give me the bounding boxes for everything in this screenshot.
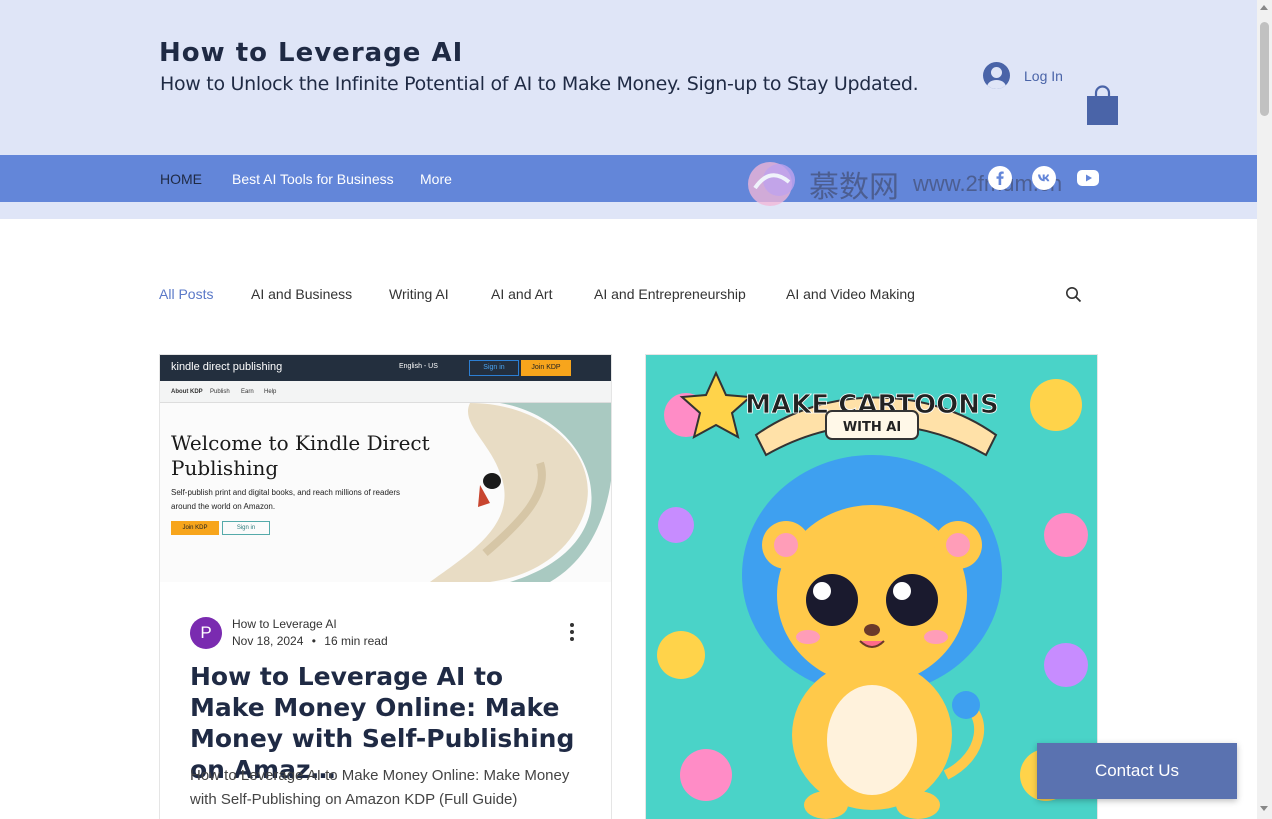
kdp-description: Self-publish print and digital books, an… xyxy=(171,488,401,511)
author-meta: How to Leverage AI Nov 18, 2024 • 16 min… xyxy=(232,616,388,650)
kdp-join-button-label: Join KDP xyxy=(171,521,219,535)
page: How to Leverage AI How to Unlock the Inf… xyxy=(0,0,1272,819)
category-all-posts[interactable]: All Posts xyxy=(159,286,213,302)
kdp-headline: Welcome to Kindle Direct Publishing xyxy=(171,431,430,480)
post-card[interactable]: kindle direct publishing English - US Si… xyxy=(159,354,612,819)
kdp-brand: kindle direct publishing xyxy=(171,361,283,373)
vk-icon[interactable] xyxy=(1032,166,1056,190)
post-excerpt: How to Leverage AI to Make Money Online:… xyxy=(190,767,570,808)
shopping-bag-icon[interactable] xyxy=(1086,84,1119,126)
scroll-up-icon[interactable] xyxy=(1260,5,1268,10)
post-cover-image[interactable]: kindle direct publishing English - US Si… xyxy=(160,355,611,582)
post-card[interactable]: MAKE CARTOONS WITH AI xyxy=(645,354,1098,819)
kdp-subnav-item: Publish xyxy=(210,389,230,395)
category-ai-and-business[interactable]: AI and Business xyxy=(251,286,352,302)
post-read-time: 16 min read xyxy=(324,634,388,648)
category-ai-and-entrepreneurship[interactable]: AI and Entrepreneurship xyxy=(594,286,746,302)
post-author-row: P How to Leverage AI Nov 18, 2024 • 16 m… xyxy=(190,616,388,650)
scrollbar-thumb[interactable] xyxy=(1260,22,1269,116)
kdp-subnav-item: Earn xyxy=(241,389,254,395)
cartoon-lion-illustration: MAKE CARTOONS WITH AI xyxy=(646,355,1097,819)
more-options-icon[interactable] xyxy=(564,621,580,643)
kdp-signin-label: Sign in xyxy=(469,360,519,376)
facebook-icon[interactable] xyxy=(988,166,1012,190)
site-title[interactable]: How to Leverage AI xyxy=(159,38,463,68)
kdp-subnav-item: Help xyxy=(264,389,277,395)
category-ai-and-art[interactable]: AI and Art xyxy=(491,286,552,302)
kdp-hero-art xyxy=(430,403,611,582)
author-avatar[interactable]: P xyxy=(190,617,222,649)
kdp-subnav-item: About KDP xyxy=(171,389,203,395)
search-icon[interactable] xyxy=(1065,286,1082,303)
author-name[interactable]: How to Leverage AI xyxy=(232,616,388,633)
post-cover-image[interactable]: MAKE CARTOONS WITH AI xyxy=(646,355,1097,819)
login-button[interactable]: Log In xyxy=(983,62,1063,89)
nav-divider-strip xyxy=(0,202,1257,219)
scroll-down-icon[interactable] xyxy=(1260,806,1268,811)
kdp-signin-button-label: Sign in xyxy=(222,521,270,535)
site-header: How to Leverage AI How to Unlock the Inf… xyxy=(0,0,1257,155)
login-label: Log In xyxy=(1024,67,1063,84)
meta-separator: • xyxy=(311,634,316,648)
nav-item-home[interactable]: HOME xyxy=(160,171,202,187)
category-writing-ai[interactable]: Writing AI xyxy=(389,286,449,302)
nav-item-best-ai-tools[interactable]: Best AI Tools for Business xyxy=(232,171,394,187)
site-tagline: How to Unlock the Infinite Potential of … xyxy=(160,73,919,95)
kdp-language: English - US xyxy=(399,363,438,370)
user-avatar-icon xyxy=(983,62,1010,89)
cartoon-ribbon-text: WITH AI xyxy=(843,420,901,435)
scrollbar[interactable] xyxy=(1257,0,1272,819)
nav-item-more[interactable]: More xyxy=(420,171,452,187)
youtube-icon[interactable] xyxy=(1076,166,1100,190)
post-date-line: Nov 18, 2024 • 16 min read xyxy=(232,633,388,650)
contact-us-button[interactable]: Contact Us xyxy=(1037,743,1237,799)
post-date: Nov 18, 2024 xyxy=(232,634,304,648)
category-ai-and-video-making[interactable]: AI and Video Making xyxy=(786,286,915,302)
kdp-join-label: Join KDP xyxy=(521,360,571,376)
